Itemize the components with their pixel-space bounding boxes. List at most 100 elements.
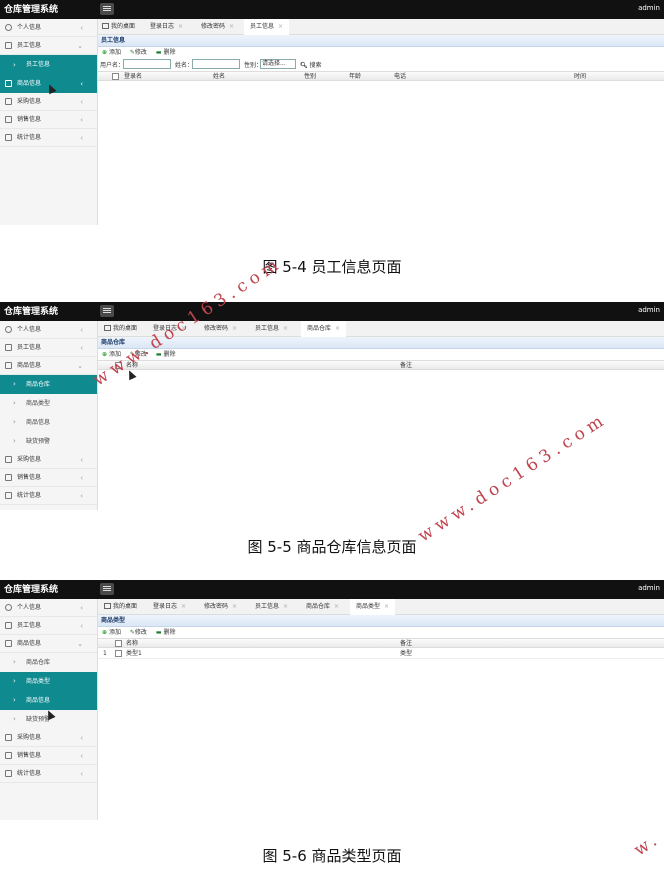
close-icon[interactable]: × xyxy=(278,23,283,30)
tab-goods-type[interactable]: 商品类型 × xyxy=(350,599,396,615)
sidebar-subitem-goods-info[interactable]: › 商品信息 xyxy=(0,691,97,710)
close-icon[interactable]: × xyxy=(334,603,339,610)
chevron-right-icon: › xyxy=(13,61,16,69)
sidebar-subitem-employee-info[interactable]: › 员工信息 xyxy=(0,55,97,75)
sidebar-item-employee[interactable]: 员工信息 ⌄ xyxy=(0,37,97,55)
name-input[interactable] xyxy=(192,59,240,69)
panel-title: 商品类型 xyxy=(98,615,664,627)
user-name[interactable]: admin xyxy=(638,4,660,12)
delete-button[interactable]: ▬ 删除 xyxy=(156,49,176,56)
tab-employee[interactable]: 员工信息 × xyxy=(255,599,288,615)
sidebar-item-stats[interactable]: 统计信息 ‹ xyxy=(0,487,97,505)
close-icon[interactable]: × xyxy=(335,325,340,332)
delete-button[interactable]: ▬ 删除 xyxy=(156,629,176,636)
sidebar-subitem-goods-warehouse[interactable]: › 商品仓库 xyxy=(0,653,97,672)
row-checkbox[interactable] xyxy=(115,650,122,657)
tab-desk[interactable]: 我的桌面 xyxy=(102,19,135,35)
sidebar-item-personal[interactable]: 个人信息 ‹ xyxy=(0,19,97,37)
close-icon[interactable]: × xyxy=(232,603,237,610)
sidebar-item-stats[interactable]: 统计信息 ‹ xyxy=(0,765,97,783)
tab-employee[interactable]: 员工信息 × xyxy=(244,19,290,35)
tab-desk[interactable]: 我的桌面 xyxy=(104,599,137,615)
tab-login-log[interactable]: 登录日志 × xyxy=(153,599,186,615)
delete-icon: ▬ xyxy=(155,629,162,636)
menu-toggle-icon[interactable] xyxy=(100,305,114,317)
close-icon[interactable]: × xyxy=(229,23,234,30)
close-icon[interactable]: × xyxy=(178,23,183,30)
sidebar-item-purchase[interactable]: 采购信息 ‹ xyxy=(0,93,97,111)
tab-change-password[interactable]: 修改密码 × xyxy=(201,19,234,35)
select-all-checkbox[interactable] xyxy=(112,73,119,80)
figure-caption: 图 5-6 商品类型页面 xyxy=(262,847,402,865)
sidebar-item-purchase[interactable]: 采购信息 ‹ xyxy=(0,729,97,747)
cell-note: 类型 xyxy=(400,650,413,657)
sidebar-item-sales[interactable]: 销售信息 ‹ xyxy=(0,111,97,129)
search-button[interactable]: 🔍︎ 搜索 xyxy=(300,60,322,69)
user-icon xyxy=(5,326,12,333)
tab-goods-warehouse[interactable]: 商品仓库 × xyxy=(306,599,339,615)
close-icon[interactable]: × xyxy=(384,603,389,610)
goods-icon xyxy=(5,640,12,647)
sidebar-subitem-goods-info[interactable]: › 商品信息 xyxy=(0,413,97,432)
sidebar-item-goods[interactable]: 商品信息 ⌄ xyxy=(0,357,97,375)
top-bar: 仓库管理系统 admin xyxy=(0,302,664,321)
toolbar: ⊕ 添加 ✎修改 ▬ 删除 xyxy=(98,47,664,58)
sidebar-item-goods[interactable]: 商品信息 ⌄ xyxy=(0,635,97,653)
stats-icon xyxy=(5,492,12,499)
tab-desk[interactable]: 我的桌面 xyxy=(104,321,137,337)
main-panel: 员工信息 ⊕ 添加 ✎修改 ▬ 删除 用户名： 姓名： 性别： 请选择... 🔍… xyxy=(98,35,664,225)
edit-button[interactable]: ✎修改 xyxy=(130,629,147,636)
goods-icon xyxy=(5,80,12,87)
column-header[interactable]: 性别 xyxy=(304,72,316,82)
top-bar: 仓库管理系统 admin xyxy=(0,580,664,599)
column-header[interactable]: 时间 xyxy=(574,72,586,82)
chevron-right-icon: › xyxy=(13,677,16,685)
close-icon[interactable]: × xyxy=(283,325,288,332)
sidebar-item-employee[interactable]: 员工信息 ‹ xyxy=(0,617,97,635)
menu-toggle-icon[interactable] xyxy=(100,583,114,595)
chevron-down-icon: ⌄ xyxy=(77,362,83,370)
table-header: 名称 备注 xyxy=(98,638,664,648)
app-title: 仓库管理系统 xyxy=(4,5,59,15)
close-icon[interactable]: × xyxy=(283,603,288,610)
edit-button[interactable]: ✎修改 xyxy=(130,49,147,56)
column-header[interactable]: 年龄 xyxy=(349,72,361,82)
column-header[interactable]: 电话 xyxy=(394,72,406,82)
sidebar-item-purchase[interactable]: 采购信息 ‹ xyxy=(0,451,97,469)
main-panel: 商品类型 ⊕ 添加 ✎修改 ▬ 删除 名称 备注 1 类型1 类型 xyxy=(98,615,664,820)
column-header[interactable]: 姓名 xyxy=(213,72,225,82)
sidebar-item-stats[interactable]: 统计信息 ‹ xyxy=(0,129,97,147)
close-icon[interactable]: × xyxy=(232,325,237,332)
user-name[interactable]: admin xyxy=(638,306,660,314)
add-button[interactable]: ⊕ 添加 xyxy=(102,629,121,636)
sidebar-item-employee[interactable]: 员工信息 ‹ xyxy=(0,339,97,357)
figure-caption: 图 5-5 商品仓库信息页面 xyxy=(247,538,417,556)
add-button[interactable]: ⊕ 添加 xyxy=(102,49,121,56)
tab-login-log[interactable]: 登录日志 × xyxy=(150,19,183,35)
gender-select[interactable]: 请选择... xyxy=(260,59,296,69)
sidebar-item-sales[interactable]: 销售信息 ‹ xyxy=(0,469,97,487)
tab-change-password[interactable]: 修改密码 × xyxy=(204,321,237,337)
panel-title: 商品仓库 xyxy=(98,337,664,349)
close-icon[interactable]: × xyxy=(181,603,186,610)
sidebar-subitem-stock-alert[interactable]: › 缺货预警 xyxy=(0,432,97,451)
select-all-checkbox[interactable] xyxy=(115,640,122,647)
sidebar-subitem-goods-warehouse[interactable]: › 商品仓库 xyxy=(0,375,97,394)
sidebar-item-personal[interactable]: 个人信息 ‹ xyxy=(0,321,97,339)
sidebar-subitem-goods-type[interactable]: › 商品类型 xyxy=(0,672,97,691)
menu-toggle-icon[interactable] xyxy=(100,3,114,15)
screenshot-employee-info: 仓库管理系统 admin 个人信息 ‹ 员工信息 ⌄ › 员工信息 商品信息 ‹ 采购信… xyxy=(0,0,664,225)
column-header[interactable]: 登录名 xyxy=(124,72,142,82)
chevron-left-icon: ‹ xyxy=(80,604,83,612)
sidebar-item-personal[interactable]: 个人信息 ‹ xyxy=(0,599,97,617)
sidebar-subitem-goods-type[interactable]: › 商品类型 xyxy=(0,394,97,413)
column-header[interactable]: 备注 xyxy=(400,361,412,371)
user-name[interactable]: admin xyxy=(638,584,660,592)
tab-goods-warehouse[interactable]: 商品仓库 × xyxy=(301,321,347,337)
table-row[interactable]: 1 类型1 类型 xyxy=(98,648,664,659)
tab-employee[interactable]: 员工信息 × xyxy=(255,321,288,337)
tab-change-password[interactable]: 修改密码 × xyxy=(204,599,237,615)
sidebar-item-sales[interactable]: 销售信息 ‹ xyxy=(0,747,97,765)
app-title: 仓库管理系统 xyxy=(4,307,59,317)
username-input[interactable] xyxy=(123,59,171,69)
